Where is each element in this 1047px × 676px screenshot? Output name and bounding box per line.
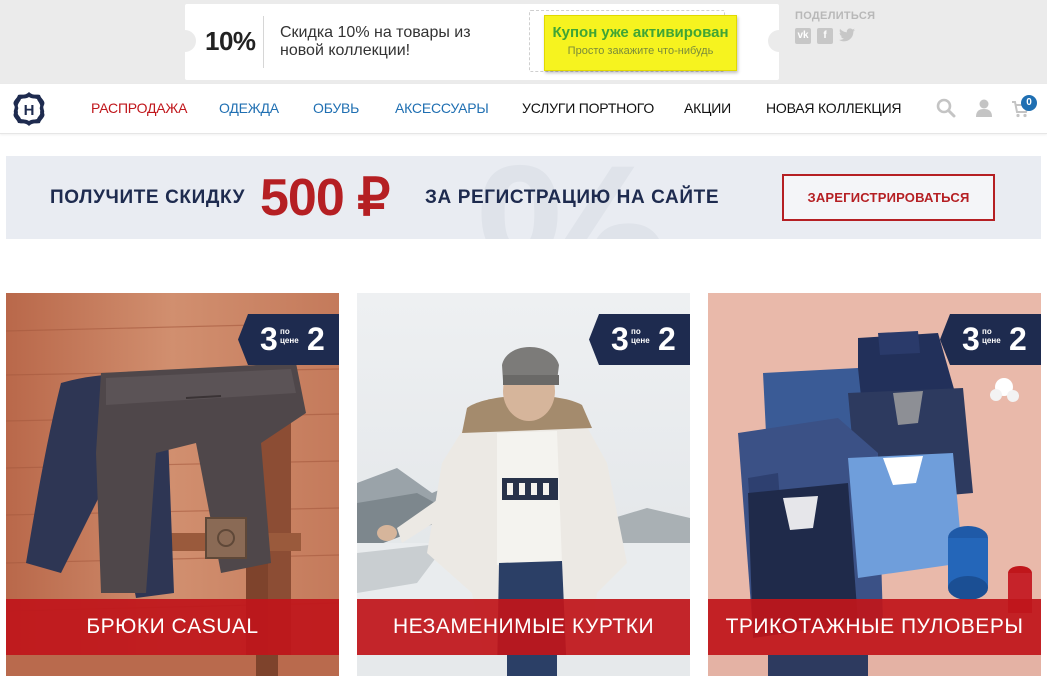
banner-text-right: ЗА РЕГИСТРАЦИЮ НА САЙТЕ: [425, 187, 720, 208]
cart-count-badge: 0: [1021, 95, 1037, 111]
search-icon[interactable]: [936, 98, 956, 123]
category-card-jackets[interactable]: 3 по цене 2 НЕЗАМЕНИМЫЕ КУРТКИ: [357, 293, 690, 676]
coupon-notch-right: [768, 30, 790, 52]
coupon-activated-button[interactable]: Купон уже активирован Просто закажите чт…: [544, 15, 737, 71]
coupon-description: Скидка 10% на товары из новой коллекции!: [280, 24, 471, 59]
svg-text:H: H: [24, 102, 35, 119]
share-label: ПОДЕЛИТЬСЯ: [795, 10, 876, 22]
nav-item-shoes[interactable]: ОБУВЬ: [313, 100, 359, 116]
category-caption: БРЮКИ CASUAL: [6, 599, 339, 655]
category-card-trousers[interactable]: 3 по цене 2 БРЮКИ CASUAL: [6, 293, 339, 676]
category-caption: НЕЗАМЕНИМЫЕ КУРТКИ: [357, 599, 690, 655]
logo-mark-icon: H: [13, 92, 45, 126]
nav-item-sale[interactable]: РАСПРОДАЖА: [91, 100, 188, 116]
brand-logo[interactable]: H: [11, 91, 47, 127]
main-nav: H РАСПРОДАЖА ОДЕЖДА ОБУВЬ АКСЕССУАРЫ УСЛ…: [0, 84, 1047, 134]
coupon-button-subtitle: Просто закажите что-нибудь: [567, 45, 714, 57]
coupon-percent: 10%: [205, 26, 256, 56]
category-caption: ТРИКОТАЖНЫЕ ПУЛОВЕРЫ: [708, 599, 1041, 655]
user-account-icon[interactable]: [975, 98, 993, 123]
twitter-icon[interactable]: [839, 28, 855, 44]
register-button[interactable]: ЗАРЕГИСТРИРОВАТЬСЯ: [782, 174, 995, 221]
top-promo-strip: 10% Скидка 10% на товары из новой коллек…: [0, 0, 1047, 84]
category-card-sweaters[interactable]: 3 по цене 2 ТРИКОТАЖНЫЕ ПУЛОВЕРЫ: [708, 293, 1041, 676]
vk-icon[interactable]: vk: [795, 28, 811, 44]
nav-item-new-collection[interactable]: НОВАЯ КОЛЛЕКЦИЯ: [766, 100, 902, 116]
promo-badge-text: 3 по цене 2: [260, 321, 325, 357]
coupon-button-frame: Купон уже активирован Просто закажите чт…: [529, 10, 737, 72]
registration-banner[interactable]: % ПОЛУЧИТЕ СКИДКУ 500 ₽ ЗА РЕГИСТРАЦИЮ Н…: [6, 156, 1041, 239]
banner-discount-amount: 500 ₽: [260, 169, 390, 227]
nav-item-accessories[interactable]: АКСЕССУАРЫ: [395, 100, 489, 116]
nav-item-tailor-services[interactable]: УСЛУГИ ПОРТНОГО: [522, 100, 654, 116]
share-icons: vk f: [795, 28, 875, 44]
coupon-card: 10% Скидка 10% на товары из новой коллек…: [174, 4, 790, 80]
promo-badge-text: 3 по цене 2: [962, 321, 1027, 357]
promo-badge-text: 3 по цене 2: [611, 321, 676, 357]
facebook-icon[interactable]: f: [817, 28, 833, 44]
coupon-notch-left: [174, 30, 196, 52]
nav-item-clothing[interactable]: ОДЕЖДА: [219, 100, 279, 116]
coupon-button-title: Купон уже активирован: [552, 24, 729, 41]
share-block: ПОДЕЛИТЬСЯ vk f: [795, 10, 875, 44]
nav-item-promotions[interactable]: АКЦИИ: [684, 100, 731, 116]
banner-text-left: ПОЛУЧИТЕ СКИДКУ: [50, 187, 246, 208]
coupon-divider: [263, 16, 264, 68]
